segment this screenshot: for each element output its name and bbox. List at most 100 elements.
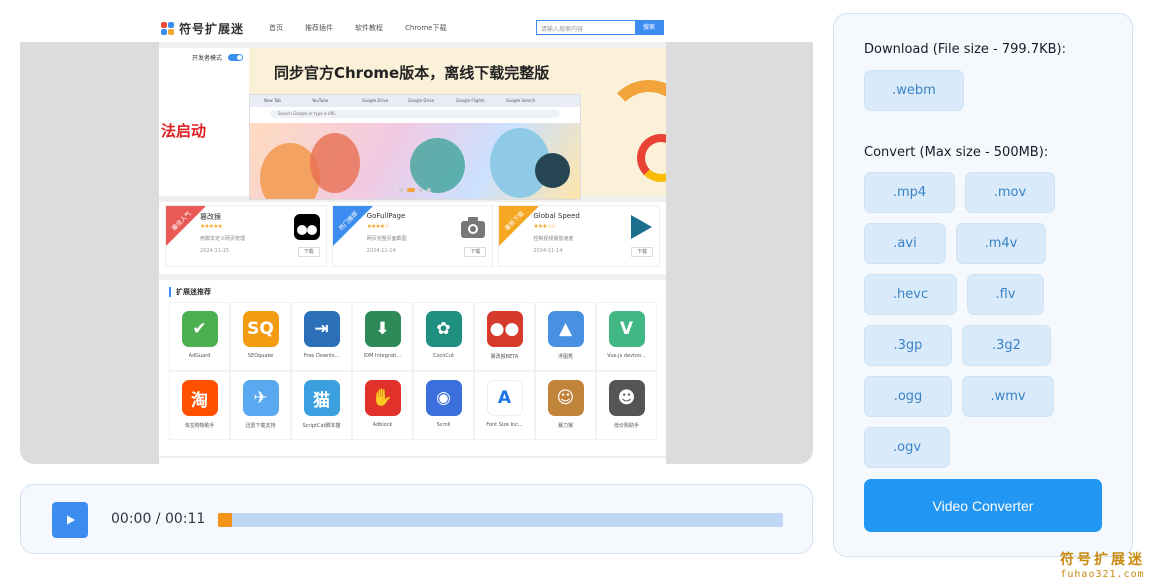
video-preview[interactable]: 符号扩展迷 首页 推荐插件 软件教程 Chrome下载 请输入搜索内容 搜索 开…: [20, 14, 813, 464]
tampermonkey-icon: [292, 212, 322, 242]
app-name: 篡改猴BETA: [490, 354, 519, 360]
app-tile: V Vue.js devtoo...: [596, 302, 657, 371]
convert-format-ogv[interactable]: .ogv: [864, 427, 950, 468]
download-format-webm[interactable]: .webm: [864, 70, 964, 111]
free-download-icon: ⇥: [303, 311, 340, 347]
browser-tab: Google Drive: [362, 98, 389, 103]
app-name: 淘宝购物助手: [184, 423, 215, 429]
featured-date: 2024-11-15: [200, 248, 230, 254]
camera-icon: [458, 212, 488, 242]
convert-format-wmv[interactable]: .wmv: [962, 376, 1054, 417]
browser-tab: YouTube: [312, 98, 329, 103]
app-tile: ✈ 迅雷下载支持: [230, 371, 291, 440]
app-tile: 猫 ScriptCat脚本猫: [291, 371, 352, 440]
featured-download-button: 下载: [464, 247, 487, 257]
tampermonkey-beta-icon: ●●: [486, 311, 523, 347]
scriptcat-icon: 猫: [303, 380, 340, 416]
site-watermark: 符号扩展迷 fuhao321.com: [1060, 549, 1145, 580]
site-nav-item: 软件教程: [355, 24, 383, 32]
site-nav-item: 推荐插件: [305, 24, 333, 32]
site-nav-item: Chrome下载: [405, 24, 447, 32]
convert-format-flv[interactable]: .flv: [967, 274, 1044, 315]
adblock-icon: ✋: [364, 380, 401, 416]
app-tile: A Font Size Inc...: [474, 371, 535, 440]
featured-stars: ★★★☆☆: [533, 223, 556, 230]
browser-tab: Google Drive: [408, 98, 435, 103]
convert-format-mov[interactable]: .mov: [965, 172, 1055, 213]
app-name: Adblock: [372, 422, 393, 428]
browser-tab: New Tab: [264, 98, 281, 103]
image-viewer-icon: ▲: [547, 311, 584, 347]
robot-icon: ☻: [608, 380, 645, 416]
browser-tab: Google Flights: [456, 98, 485, 103]
app-tile: SQ SEOquake: [230, 302, 291, 371]
page: 符号扩展迷 首页 推荐插件 软件教程 Chrome下载 请输入搜索内容 搜索 开…: [0, 0, 1158, 588]
app-name: Vue.js devtoo...: [607, 353, 646, 359]
app-name: CocoCut: [433, 353, 454, 359]
logo-text: 符号扩展迷: [179, 22, 245, 36]
convert-format-mp4[interactable]: .mp4: [864, 172, 955, 213]
app-name: SEOquake: [247, 353, 274, 359]
app-name: AdGuard: [188, 353, 211, 359]
featured-card: 热门推荐 GoFullPage ★★★★☆ 网页完整页面截图 2024-11-1…: [331, 205, 494, 267]
taobao-icon: 淘: [181, 380, 218, 416]
conversion-panel: Download (File size - 799.7KB): .webm Co…: [833, 13, 1133, 557]
recommend-title: 扩展迷推荐: [169, 287, 211, 297]
vue-devtools-icon: V: [608, 311, 645, 347]
font-size-icon: A: [486, 380, 523, 416]
featured-cards: 最佳人气 篡改猴 ★★★★★ 用脚本定义网页管理 2024-11-15 下载 热…: [159, 202, 666, 274]
convert-format-3gp[interactable]: .3gp: [864, 325, 952, 366]
featured-stars: ★★★★★: [200, 223, 223, 230]
site-banner: 开发者模式 法启动 同步官方Chrome版本，离线下载完整版 New Tab Y…: [159, 48, 666, 200]
app-name: 浮图秀: [557, 354, 573, 360]
convert-format-ogg[interactable]: .ogg: [864, 376, 952, 417]
site-search-placeholder: 请输入搜索内容: [541, 26, 584, 33]
logo-mark-icon: [161, 21, 175, 36]
play-button[interactable]: [52, 502, 88, 538]
app-name: Font Size Inc...: [486, 422, 523, 428]
app-name: Scrnli: [436, 422, 451, 428]
video-converter-button[interactable]: Video Converter: [864, 479, 1102, 532]
featured-download-button: 下载: [297, 247, 320, 257]
watermark-line2: fuhao321.com: [1060, 569, 1145, 580]
app-tile: ●● 篡改猴BETA: [474, 302, 535, 371]
app-name: 迅雷下载支持: [245, 423, 276, 429]
app-tile: ✿ CocoCut: [413, 302, 474, 371]
featured-desc: 控制视频播放速度: [533, 236, 574, 242]
app-name: 暴力猴: [557, 423, 573, 429]
art-shape: [310, 133, 360, 193]
xunlei-icon: ✈: [242, 380, 279, 416]
site-nav-item: 首页: [269, 24, 283, 32]
browser-mockup: New Tab YouTube Google Drive Google Driv…: [249, 94, 581, 200]
embedded-website-screenshot: 符号扩展迷 首页 推荐插件 软件教程 Chrome下载 请输入搜索内容 搜索 开…: [159, 14, 666, 464]
video-player-controls: 00:00 / 00:11: [20, 484, 813, 554]
convert-format-hevc[interactable]: .hevc: [864, 274, 957, 315]
progress-handle[interactable]: [218, 513, 233, 527]
app-tile: ⬇ IDM Integrati...: [352, 302, 413, 371]
convert-format-avi[interactable]: .avi: [864, 223, 946, 264]
app-tile: ☻ 低价购助手: [596, 371, 657, 440]
featured-stars: ★★★★☆: [366, 223, 390, 230]
browser-tabs: New Tab YouTube Google Drive Google Driv…: [250, 95, 580, 107]
convert-format-m4v[interactable]: .m4v: [956, 223, 1046, 264]
featured-card: 最新下载 Global Speed ★★★☆☆ 控制视频播放速度 2024-11…: [498, 205, 661, 267]
banner-pagination: [399, 188, 431, 192]
app-tile: ⇥ Free Downlo...: [291, 302, 352, 371]
banner-side-text: 法启动: [161, 122, 207, 140]
app-name: 低价购助手: [613, 423, 639, 429]
progress-bar[interactable]: [218, 513, 783, 527]
art-shape: [410, 138, 465, 193]
art-shape: [535, 153, 570, 188]
site-nav: 首页 推荐插件 软件教程 Chrome下载: [269, 23, 468, 33]
convert-format-3g2[interactable]: .3g2: [962, 325, 1051, 366]
site-search: 请输入搜索内容 搜索: [536, 20, 664, 35]
app-grid: ✔ AdGuard SQ SEOquake ⇥ Free Downlo... ⬇ IDM In…: [169, 302, 657, 440]
app-tile: ▲ 浮图秀: [535, 302, 596, 371]
app-name: ScriptCat脚本猫: [302, 423, 341, 429]
app-tile: ✔ AdGuard: [169, 302, 230, 371]
browser-tab: Google Search: [506, 98, 536, 103]
featured-desc: 网页完整页面截图: [366, 236, 407, 242]
recommend-section: 扩展迷推荐 ✔ AdGuard SQ SEOquake ⇥ Free Downlo... ⬇…: [159, 280, 666, 456]
featured-date: 2024-11-14: [533, 248, 563, 254]
app-tile: ◉ Scrnli: [413, 371, 474, 440]
